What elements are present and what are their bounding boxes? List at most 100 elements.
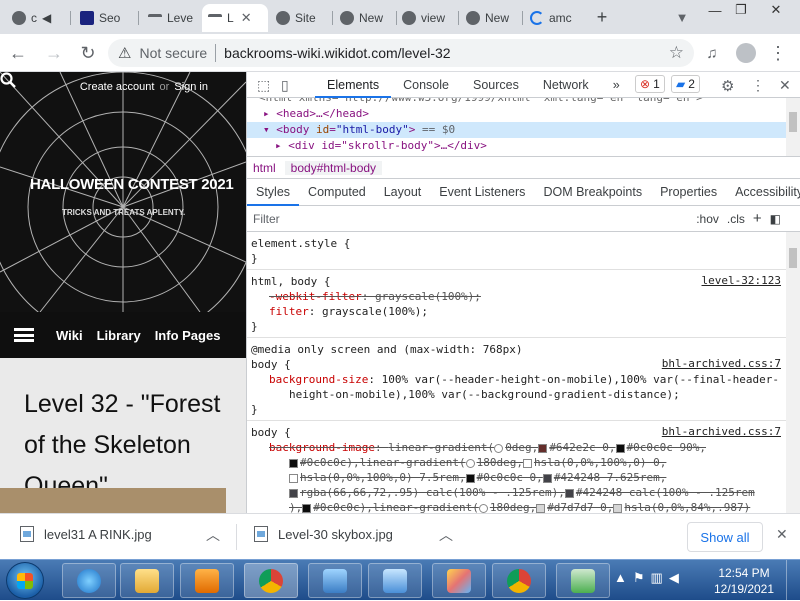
browser-tab[interactable]: Leve (142, 4, 202, 32)
tab-event-listeners[interactable]: Event Listeners (430, 178, 534, 206)
browser-tab[interactable]: Site (270, 4, 330, 32)
batwing-icon (208, 14, 222, 22)
devtools-menu-icon[interactable]: ⋮ (751, 77, 765, 94)
error-icon: ⊗ (640, 77, 651, 91)
bookmark-star-icon[interactable]: ☆ (669, 43, 684, 63)
profile-avatar[interactable] (734, 41, 758, 65)
browser-tab[interactable]: c ◀ (6, 4, 68, 32)
tab-network[interactable]: Network (531, 72, 601, 98)
restore-icon[interactable]: ❐ (728, 0, 754, 20)
nav-wiki[interactable]: Wiki (56, 328, 83, 343)
browser-tab[interactable]: Seo (74, 4, 136, 32)
action-center-icon[interactable]: ⚑ (633, 570, 645, 586)
tab-accessibility[interactable]: Accessibility (726, 178, 800, 206)
search-icon[interactable] (0, 72, 16, 88)
tab-search-icon[interactable]: ▼ (670, 5, 694, 29)
photo-viewer-icon[interactable] (368, 563, 422, 598)
browser-tab[interactable]: amc (524, 4, 586, 32)
source-link[interactable]: bhl-archived.css:7 (662, 357, 781, 370)
chrome-menu-icon[interactable]: ⋮ (766, 41, 790, 65)
close-shelf-icon[interactable]: ✕ (776, 526, 788, 543)
start-button[interactable] (6, 562, 44, 599)
download-item[interactable]: Level-30 skybox.jpg (254, 526, 393, 542)
style-rule-html-body[interactable]: level-32:123 html, body { -webkit-filter… (247, 270, 787, 338)
nav-info-pages[interactable]: Info Pages (155, 328, 221, 343)
dom-node-html[interactable]: <html xmlns="http://www.w3.org/1999/xhtm… (247, 98, 800, 106)
device-toolbar-icon[interactable]: ▯ (281, 77, 289, 94)
cls-toggle[interactable]: .cls (727, 212, 745, 226)
media-control-icon[interactable]: ♫ (700, 41, 724, 65)
tab-computed[interactable]: Computed (299, 178, 375, 206)
chevron-up-icon[interactable]: ︿ (439, 525, 453, 545)
source-link[interactable]: level-32:123 (702, 274, 781, 287)
tab-layout[interactable]: Layout (375, 178, 431, 206)
hamburger-menu-icon[interactable] (14, 328, 34, 342)
browser-tab[interactable]: New (334, 4, 394, 32)
control-panel-icon[interactable] (308, 563, 362, 598)
address-bar[interactable]: ⚠ Not secure backrooms-wiki.wikidot.com/… (108, 39, 694, 67)
file-explorer-icon[interactable] (120, 563, 174, 598)
system-clock[interactable]: 12:54 PM 12/19/2021 (706, 565, 782, 597)
forward-icon[interactable]: → (42, 41, 66, 65)
tab-sources[interactable]: Sources (461, 72, 531, 98)
chrome-icon (466, 11, 480, 25)
hov-toggle[interactable]: :hov (696, 212, 719, 226)
system-tray: ▲ ⚑ ▥ ◀ (614, 570, 679, 586)
reload-icon[interactable]: ↻ (76, 41, 100, 65)
browser-tab[interactable]: view (396, 4, 456, 32)
window-close-icon[interactable]: ✕ (758, 0, 794, 20)
download-item[interactable]: level31 A RINK.jpg (20, 526, 152, 542)
back-icon[interactable]: ← (6, 41, 30, 65)
crumb-html[interactable]: html (247, 161, 282, 175)
new-tab-button[interactable]: + (590, 5, 614, 29)
warning-icon[interactable]: ⚠ (118, 44, 131, 62)
volume-icon[interactable]: ◀ (669, 570, 679, 586)
create-account-link[interactable]: Create account (80, 81, 155, 93)
more-tabs-icon[interactable]: » (601, 72, 632, 98)
paint-icon[interactable] (432, 563, 486, 598)
chrome-icon (340, 11, 354, 25)
new-style-rule-icon[interactable]: + (753, 210, 762, 227)
network-icon[interactable]: ▥ (651, 570, 663, 586)
error-count-badge[interactable]: ⊗ 1 (635, 75, 665, 93)
tab-properties[interactable]: Properties (651, 178, 726, 206)
source-link[interactable]: bhl-archived.css:7 (662, 425, 781, 438)
sign-in-link[interactable]: Sign in (174, 81, 208, 93)
show-hidden-icons[interactable]: ▲ (614, 570, 627, 586)
task-manager-icon[interactable] (556, 563, 610, 598)
media-player-icon[interactable] (180, 563, 234, 598)
show-desktop-button[interactable] (786, 560, 800, 601)
close-icon[interactable]: ✕ (241, 10, 252, 26)
style-rule-body[interactable]: bhl-archived.css:7 body { background-ima… (247, 421, 787, 513)
nav-library[interactable]: Library (97, 328, 141, 343)
style-rule-media-body[interactable]: bhl-archived.css:7 @media only screen an… (247, 338, 787, 421)
tab-elements[interactable]: Elements (315, 72, 392, 98)
dom-scrollbar[interactable] (786, 98, 800, 156)
show-all-button[interactable]: Show all (687, 522, 763, 552)
url-text[interactable]: backrooms-wiki.wikidot.com/level-32 (224, 45, 450, 61)
chrome-taskbar-icon[interactable] (244, 563, 298, 598)
minimize-icon[interactable]: — (702, 0, 728, 20)
message-count-badge[interactable]: ▰ 2 (671, 75, 700, 93)
dom-node-div[interactable]: ▸ <div id="skrollr-body">…</div> (247, 138, 800, 154)
dom-node-body[interactable]: ▾ <body id="html-body"> == $0 (247, 122, 800, 138)
dom-node-head[interactable]: ▸ <head>…</head> (247, 106, 800, 122)
browser-tab[interactable]: New (460, 4, 520, 32)
chevron-up-icon[interactable]: ︿ (206, 525, 220, 545)
toggle-sidebar-icon[interactable]: ◧ (770, 212, 781, 226)
speaker-icon[interactable]: ◀ (42, 11, 51, 25)
inspect-element-icon[interactable]: ⬚ (257, 77, 270, 94)
settings-gear-icon[interactable]: ⚙ (721, 77, 734, 95)
crumb-body[interactable]: body#html-body (284, 160, 383, 175)
tab-console[interactable]: Console (391, 72, 461, 98)
styles-scrollbar[interactable] (786, 232, 800, 513)
chrome-alt-icon[interactable] (492, 563, 546, 598)
filter-input[interactable]: Filter (253, 212, 696, 226)
close-devtools-icon[interactable]: ✕ (779, 77, 791, 94)
tab-styles[interactable]: Styles (247, 178, 300, 206)
style-rule-element[interactable]: element.style { } (247, 232, 787, 270)
not-secure-label[interactable]: Not secure (139, 45, 207, 61)
tab-dom-breakpoints[interactable]: DOM Breakpoints (534, 178, 651, 206)
internet-explorer-icon[interactable] (62, 563, 116, 598)
browser-tab-active[interactable]: L ✕ (202, 4, 268, 32)
